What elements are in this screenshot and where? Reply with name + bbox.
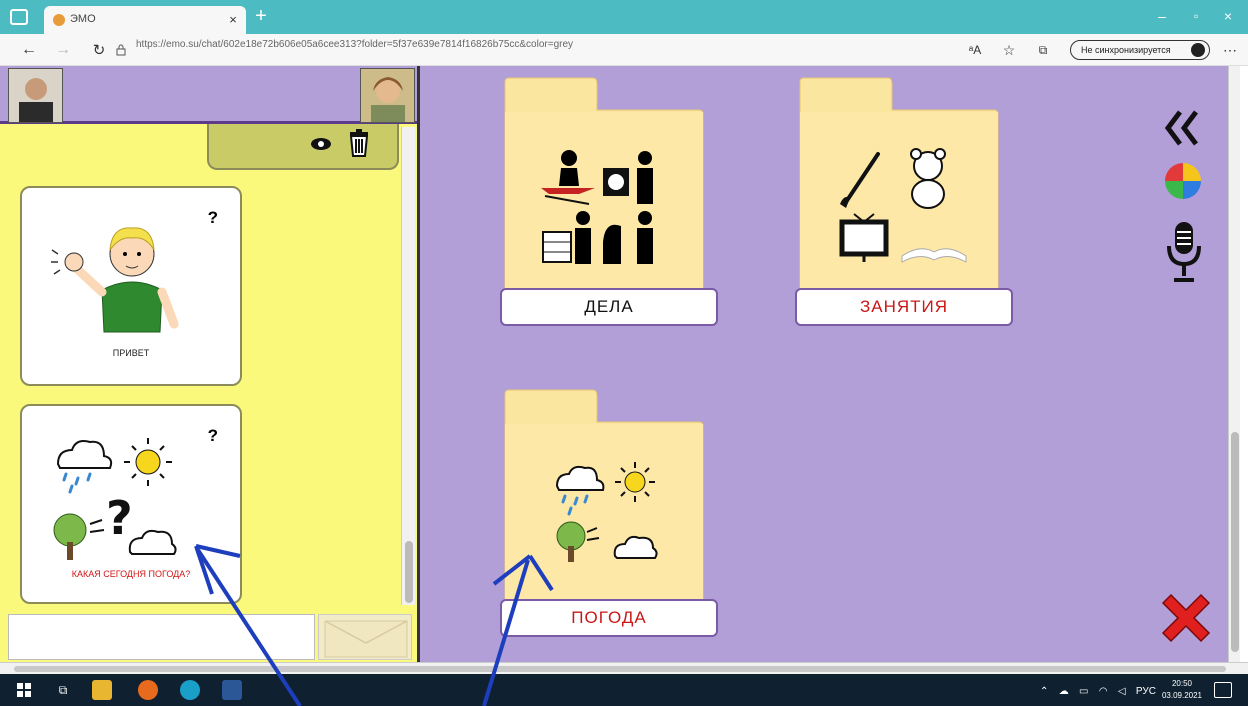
reading-mode-icon[interactable]: ᵃA (966, 41, 984, 59)
firefox-icon[interactable] (138, 680, 158, 700)
back-icon[interactable]: ← (18, 40, 40, 60)
clock-date: 03.09.2021 (1161, 691, 1203, 700)
more-menu-icon[interactable]: ⋯ (1220, 40, 1240, 60)
tab-actions-icon[interactable] (10, 9, 28, 25)
chevron-up-icon[interactable]: ⌃ (1040, 686, 1048, 697)
lock-icon (114, 42, 128, 58)
minimize-icon[interactable]: – (1150, 6, 1174, 26)
weather-icon (553, 460, 663, 570)
folder-label-tasks[interactable]: ДЕЛА (500, 288, 718, 326)
volume-icon[interactable]: ◁ (1118, 686, 1126, 697)
chat-header (0, 66, 417, 124)
folder-label-activities[interactable]: ЗАНЯТИЯ (795, 288, 1013, 326)
message-card-weather[interactable]: ? ? КАКАЯ СЕГОДНЯ ПОГОДА? (20, 404, 242, 604)
left-scrollbar[interactable] (401, 127, 415, 605)
card-label-hello: ПРИВЕТ (112, 348, 150, 358)
address-bar: ← → ↻ https://emo.su/chat/602e18e72b606e… (0, 34, 1248, 66)
chat-panel: ? ПРИВЕТ ? ? КАКАЯ СЕГОДНЯ ПОГОДА? (0, 66, 417, 662)
folder-label-tasks-text: ДЕЛА (584, 297, 634, 316)
household-icon (539, 148, 669, 268)
folder-label-weather-text: ПОГОДА (571, 608, 647, 627)
user-avatar-left[interactable] (8, 68, 63, 123)
browser-tab[interactable]: ЭМО × (44, 6, 246, 34)
maximize-icon[interactable]: ▫ (1184, 6, 1208, 26)
folder-activities[interactable] (798, 76, 1000, 302)
file-explorer-icon[interactable] (92, 680, 112, 700)
left-scrollbar-thumb[interactable] (405, 541, 413, 603)
close-tab-icon[interactable]: × (224, 10, 242, 28)
svg-text:?: ? (106, 491, 133, 545)
url-field[interactable]: https://emo.su/chat/602e18e72b606e05a6ce… (136, 39, 956, 50)
horizontal-scrollbar[interactable] (0, 662, 1248, 674)
new-tab-icon[interactable]: + (250, 5, 272, 27)
trash-icon[interactable] (345, 128, 373, 158)
right-scrollbar-thumb[interactable] (1231, 432, 1239, 652)
horizontal-scrollbar-thumb[interactable] (14, 666, 1226, 672)
sync-button[interactable]: Не синхронизируется (1070, 40, 1210, 60)
folder-label-activities-text: ЗАНЯТИЯ (859, 297, 949, 316)
message-card-hello[interactable]: ? ПРИВЕТ (20, 186, 242, 386)
envelope-icon (324, 620, 408, 658)
forward-icon[interactable]: → (52, 40, 74, 60)
collapse-icon[interactable] (1160, 108, 1204, 148)
task-view-icon[interactable]: ⧉ (54, 682, 72, 698)
favorites-icon[interactable]: ☆ (1000, 41, 1018, 59)
collections-icon[interactable]: ⧉ (1034, 41, 1052, 59)
cloud-icon: ☁ (1058, 685, 1069, 697)
word-icon[interactable] (222, 680, 242, 700)
site-favicon (53, 14, 65, 26)
message-input[interactable] (8, 614, 315, 660)
card-label-weather: КАКАЯ СЕГОДНЯ ПОГОДА? (71, 569, 191, 579)
tab-title: ЭМО (70, 13, 96, 25)
activities-icon (838, 148, 968, 268)
battery-icon: ▭ (1079, 685, 1089, 697)
close-red-icon[interactable] (1156, 588, 1216, 648)
question-mark: ? (207, 208, 218, 227)
browser-tab-bar: ЭМО × + – ▫ × (0, 0, 1248, 34)
send-button[interactable] (318, 614, 412, 660)
clock-time: 20:50 (1171, 679, 1193, 688)
folder-label-weather[interactable]: ПОГОДА (500, 599, 718, 637)
close-window-icon[interactable]: × (1216, 6, 1240, 26)
input-language[interactable]: РУС (1136, 686, 1156, 697)
windows-taskbar: ⧉ ⌃ ☁ ▭ ◠ ◁ РУС 20:50 03.09.2021 (0, 674, 1248, 706)
network-icon[interactable]: ◠ (1099, 686, 1108, 697)
folders-panel: ДЕЛА ЗАНЯТИЯ ПОГОДА (417, 66, 1240, 662)
refresh-icon[interactable]: ↻ (88, 40, 110, 60)
message-toolbar (207, 124, 399, 170)
eye-icon[interactable] (309, 134, 333, 154)
screen: ЭМО × + – ▫ × ← → ↻ https://emo.su/chat/… (0, 0, 1248, 706)
weather-question-icon: ? (48, 434, 188, 564)
question-mark: ? (207, 426, 218, 445)
profile-avatar-icon (1191, 43, 1205, 57)
windows-start-icon[interactable] (16, 682, 32, 698)
right-scrollbar[interactable] (1228, 66, 1240, 662)
color-wheel-icon[interactable] (1164, 162, 1202, 200)
user-avatar-right[interactable] (360, 68, 415, 123)
microphone-icon[interactable] (1164, 218, 1204, 288)
clock[interactable]: 20:50 03.09.2021 (1160, 678, 1204, 702)
notification-icon[interactable] (1214, 682, 1232, 698)
waving-boy-icon (50, 214, 190, 334)
edge-icon[interactable] (180, 680, 200, 700)
folder-tasks[interactable] (503, 76, 705, 302)
sync-label: Не синхронизируется (1081, 45, 1171, 55)
tray-icons[interactable]: ⌃ ☁ ▭ ◠ ◁ РУС (1040, 684, 1156, 698)
folder-weather[interactable] (503, 388, 705, 614)
